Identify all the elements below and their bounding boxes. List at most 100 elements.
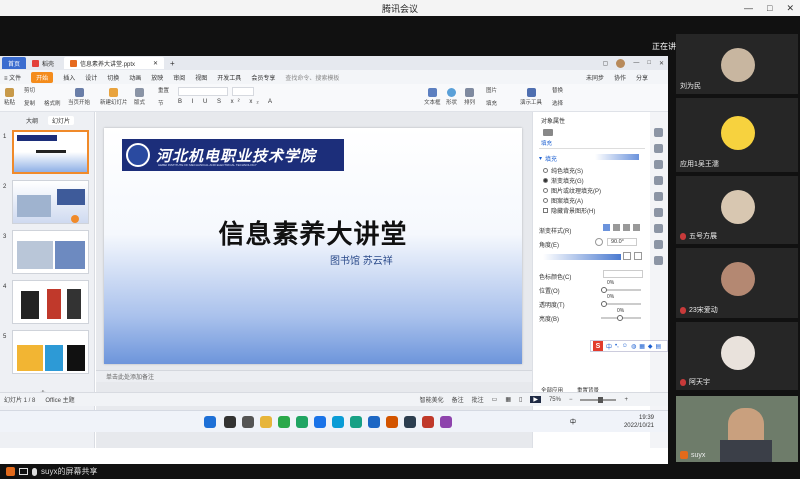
play-slideshow-icon[interactable]: ▶ bbox=[530, 396, 541, 403]
copy-button[interactable]: 复制 bbox=[24, 99, 35, 107]
add-stop-icon[interactable] bbox=[623, 252, 631, 260]
menu-start[interactable]: 开始 bbox=[31, 71, 54, 83]
app-icon[interactable] bbox=[440, 416, 452, 428]
gradient-radial-icon[interactable] bbox=[613, 224, 620, 231]
slide-thumbnail[interactable] bbox=[12, 180, 89, 224]
app-icon[interactable] bbox=[350, 416, 362, 428]
participant-tile[interactable]: 23宋爱动 bbox=[676, 248, 798, 318]
reset-button[interactable]: 重置 bbox=[158, 86, 169, 94]
angle-dial[interactable] bbox=[595, 238, 603, 246]
file-explorer-icon[interactable] bbox=[260, 416, 272, 428]
menu-transition[interactable]: 切换 bbox=[107, 73, 119, 82]
tab-document[interactable]: 信息素养大讲堂.pptx ✕ bbox=[64, 57, 165, 69]
participant-tile[interactable]: 五号方展 bbox=[676, 176, 798, 244]
gradient-linear-icon[interactable] bbox=[603, 224, 610, 231]
close-tab-icon[interactable]: ✕ bbox=[153, 60, 158, 67]
smart-beautify-button[interactable]: 智能美化 bbox=[420, 395, 444, 404]
fill-button[interactable]: 填充 bbox=[486, 99, 497, 107]
slide-thumbnail[interactable] bbox=[12, 230, 89, 274]
textbox-button[interactable]: 文本框 bbox=[424, 88, 441, 106]
sync-status[interactable]: 未同步 bbox=[586, 73, 604, 82]
zoom-in-icon[interactable]: + bbox=[624, 397, 628, 403]
picture-button[interactable]: 图片 bbox=[486, 86, 497, 94]
ime-mode[interactable]: 中 bbox=[606, 342, 612, 351]
slide-thumbnail[interactable] bbox=[12, 330, 89, 374]
keyboard-icon[interactable]: ▦ bbox=[639, 343, 645, 350]
font-select[interactable] bbox=[178, 87, 228, 96]
cut-button[interactable]: 剪切 bbox=[24, 86, 35, 94]
option-picture[interactable]: 图片或纹理填充(P) bbox=[543, 186, 601, 195]
replace-button[interactable]: 替换 bbox=[552, 86, 563, 94]
participant-video-tile[interactable]: suyx bbox=[676, 396, 798, 462]
fill-tab[interactable]: 填充 bbox=[541, 139, 552, 147]
skin-icon[interactable]: ◆ bbox=[648, 343, 653, 350]
participant-tile[interactable]: 应用1吴王濡 bbox=[676, 98, 798, 172]
angle-input[interactable]: 90.0° bbox=[607, 238, 637, 246]
stop-color-select[interactable] bbox=[603, 270, 643, 278]
time-icon[interactable] bbox=[654, 208, 663, 217]
new-slide-button[interactable]: 新建幻灯片 bbox=[100, 88, 128, 106]
wps-minimize-icon[interactable]: — bbox=[633, 60, 639, 66]
presenter-tools-button[interactable]: 演示工具 bbox=[520, 88, 542, 106]
magic-icon[interactable] bbox=[654, 160, 663, 169]
zoom-knob[interactable] bbox=[598, 396, 604, 403]
voice-icon[interactable]: ◍ bbox=[631, 343, 636, 350]
brightness-slider[interactable] bbox=[601, 315, 641, 321]
add-icon[interactable] bbox=[71, 215, 79, 223]
fill-icon[interactable] bbox=[543, 129, 553, 136]
menu-design[interactable]: 设计 bbox=[85, 73, 97, 82]
menu-file[interactable]: ≡ 文件 bbox=[4, 73, 21, 82]
section-button[interactable]: 节 bbox=[158, 99, 164, 107]
share-icon[interactable] bbox=[654, 256, 663, 265]
notes-pane[interactable]: 单击此处添加备注 bbox=[96, 370, 532, 382]
maximize-button[interactable]: □ bbox=[767, 3, 772, 13]
fill-section[interactable]: ▾ 填充 bbox=[539, 154, 557, 163]
menu-insert[interactable]: 插入 bbox=[63, 73, 75, 82]
tab-home[interactable]: 首页 bbox=[2, 57, 27, 69]
qq-icon[interactable] bbox=[332, 416, 344, 428]
pin-icon[interactable] bbox=[654, 128, 663, 137]
collaborate-button[interactable]: 协作 bbox=[614, 73, 626, 82]
gradient-bar[interactable] bbox=[543, 254, 621, 260]
slider-knob[interactable] bbox=[601, 287, 607, 293]
menu-developer[interactable]: 开发工具 bbox=[217, 73, 241, 82]
hide-bg-checkbox[interactable]: 隐藏背景图形(H) bbox=[543, 206, 595, 215]
comments-toggle[interactable]: 批注 bbox=[472, 395, 484, 404]
gear-icon[interactable] bbox=[654, 224, 663, 233]
tab-outline[interactable]: 大纲 bbox=[26, 116, 38, 125]
font-format-row[interactable]: B I U S x² x₂ A bbox=[178, 99, 298, 108]
slide-canvas[interactable]: 河北机电职业技术学院 HEBEI INSTITUTE OF MECHANICAL… bbox=[104, 128, 522, 364]
paragraph-row[interactable] bbox=[306, 87, 386, 96]
menu-view[interactable]: 视图 bbox=[195, 73, 207, 82]
layout-icon[interactable]: ▢ bbox=[603, 60, 609, 67]
share-button[interactable]: 分享 bbox=[636, 73, 648, 82]
format-painter-button[interactable]: 格式刷 bbox=[44, 99, 61, 107]
paste-button[interactable]: 粘贴 bbox=[4, 88, 15, 106]
tools-icon[interactable]: ▤ bbox=[655, 343, 661, 350]
zoom-out-icon[interactable]: − bbox=[569, 397, 573, 403]
properties-icon[interactable] bbox=[654, 144, 663, 153]
participant-tile[interactable]: 阿天宇 bbox=[676, 322, 798, 390]
slide-thumbnail[interactable] bbox=[12, 130, 89, 174]
app-icon[interactable] bbox=[386, 416, 398, 428]
option-gradient[interactable]: 渐变填充(G) bbox=[543, 176, 584, 185]
close-button[interactable]: ✕ bbox=[786, 3, 794, 14]
participant-tile[interactable]: 刘为民 bbox=[676, 34, 798, 94]
layers-icon[interactable] bbox=[654, 176, 663, 185]
notes-toggle[interactable]: 备注 bbox=[452, 395, 464, 404]
tab-wps[interactable]: 稻壳 bbox=[26, 57, 60, 69]
option-solid[interactable]: 纯色填充(S) bbox=[543, 166, 583, 175]
app-icon[interactable] bbox=[368, 416, 380, 428]
task-view-icon[interactable] bbox=[242, 416, 254, 428]
wps-maximize-icon[interactable]: □ bbox=[647, 60, 651, 66]
transparency-slider[interactable] bbox=[601, 301, 641, 307]
animation-icon[interactable] bbox=[654, 192, 663, 201]
new-tab-icon[interactable]: + bbox=[170, 59, 175, 68]
slider-knob[interactable] bbox=[601, 301, 607, 307]
menu-review[interactable]: 审阅 bbox=[173, 73, 185, 82]
normal-view-icon[interactable]: ▭ bbox=[492, 396, 498, 403]
slider-knob[interactable] bbox=[617, 315, 623, 321]
wps-close-icon[interactable]: ✕ bbox=[659, 60, 664, 67]
ime-indicator[interactable]: 中 bbox=[570, 417, 576, 426]
ime-toolbar[interactable]: S 中 •, ☺ ◍ ▦ ◆ ▤ bbox=[590, 340, 668, 352]
